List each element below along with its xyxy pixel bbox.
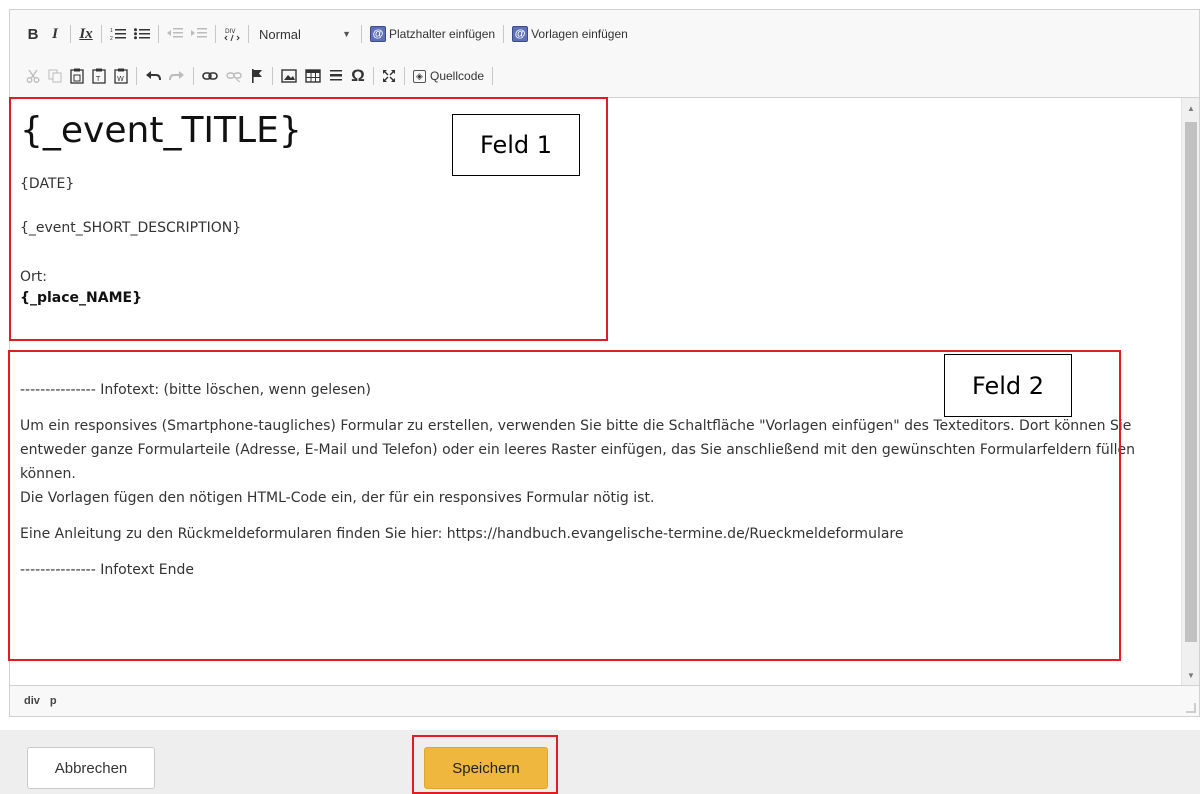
toolbar-row-2: T W Ω ◈ Quellcode <box>22 62 497 90</box>
toolbar-separator <box>404 67 405 85</box>
toolbar-separator <box>248 25 249 43</box>
resize-grip-icon[interactable] <box>1186 703 1196 713</box>
scroll-down-icon[interactable]: ▼ <box>1182 667 1200 683</box>
element-path-item[interactable]: div <box>24 695 40 707</box>
numbered-list-icon[interactable]: 12 <box>106 21 130 47</box>
cut-icon[interactable] <box>22 63 44 89</box>
insert-placeholder-label: Platzhalter einfügen <box>389 27 496 41</box>
annotation-box-save <box>412 735 558 794</box>
scroll-up-icon[interactable]: ▲ <box>1182 100 1200 116</box>
toolbar-separator <box>101 25 102 43</box>
decrease-indent-icon[interactable] <box>163 21 187 47</box>
toolbar-separator <box>215 25 216 43</box>
image-icon[interactable] <box>277 63 301 89</box>
vertical-scrollbar[interactable]: ▲ ▼ <box>1181 98 1199 685</box>
toolbar-separator <box>136 67 137 85</box>
at-sign-icon: @ <box>370 26 386 42</box>
link-icon[interactable] <box>198 63 222 89</box>
toolbar-separator <box>503 25 505 43</box>
redo-icon[interactable] <box>165 63 189 89</box>
format-select-value: Normal <box>259 26 301 42</box>
chevron-down-icon: ▼ <box>342 29 351 39</box>
annotation-label-feld-1: Feld 1 <box>452 114 580 176</box>
div-container-icon[interactable]: DIV <box>220 21 244 47</box>
toolbar-separator <box>373 67 374 85</box>
element-path-bar: div p <box>10 685 1199 716</box>
cancel-button[interactable]: Abbrechen <box>27 747 155 789</box>
svg-text:2: 2 <box>110 36 113 41</box>
svg-text:1: 1 <box>110 28 113 34</box>
italic-button[interactable]: I <box>44 21 66 47</box>
paste-icon[interactable] <box>66 63 88 89</box>
svg-text:T: T <box>95 75 101 83</box>
toolbar-separator <box>361 25 362 43</box>
insert-template-button[interactable]: @ Vorlagen einfügen <box>508 21 632 47</box>
element-path-item[interactable]: p <box>50 695 57 707</box>
scrollbar-thumb[interactable] <box>1185 122 1197 642</box>
toolbar-separator <box>158 25 159 43</box>
toolbar-separator <box>193 67 194 85</box>
editor-toolbar: B I Ix 12 DIV Normal ▼ @ Platzhalter ein… <box>10 10 1199 98</box>
source-code-button[interactable]: ◈ Quellcode <box>409 63 488 89</box>
special-char-omega-icon[interactable]: Ω <box>347 63 369 89</box>
anchor-flag-icon[interactable] <box>246 63 268 89</box>
unlink-icon[interactable] <box>222 63 246 89</box>
bold-button[interactable]: B <box>22 21 44 47</box>
source-code-icon: ◈ <box>413 69 426 83</box>
remove-format-button[interactable]: Ix <box>75 21 97 47</box>
insert-placeholder-button[interactable]: @ Platzhalter einfügen <box>366 21 499 47</box>
insert-template-label: Vorlagen einfügen <box>531 27 628 41</box>
format-select[interactable]: Normal ▼ <box>253 21 357 47</box>
table-icon[interactable] <box>301 63 325 89</box>
bulleted-list-icon[interactable] <box>130 21 154 47</box>
source-code-label: Quellcode <box>430 69 485 83</box>
copy-icon[interactable] <box>44 63 66 89</box>
svg-text:DIV: DIV <box>225 28 236 35</box>
horizontal-line-icon[interactable] <box>325 63 347 89</box>
toolbar-separator <box>272 67 273 85</box>
form-footer <box>0 730 1200 794</box>
maximize-icon[interactable] <box>378 63 400 89</box>
toolbar-row-1: B I Ix 12 DIV Normal ▼ @ Platzhalter ein… <box>22 20 632 48</box>
undo-icon[interactable] <box>141 63 165 89</box>
annotation-label-feld-2: Feld 2 <box>944 354 1072 417</box>
toolbar-separator <box>70 25 71 43</box>
paste-word-icon[interactable]: W <box>110 63 132 89</box>
svg-text:W: W <box>117 75 124 83</box>
increase-indent-icon[interactable] <box>187 21 211 47</box>
paste-text-icon[interactable]: T <box>88 63 110 89</box>
at-sign-icon: @ <box>512 26 529 42</box>
toolbar-separator <box>492 67 494 85</box>
